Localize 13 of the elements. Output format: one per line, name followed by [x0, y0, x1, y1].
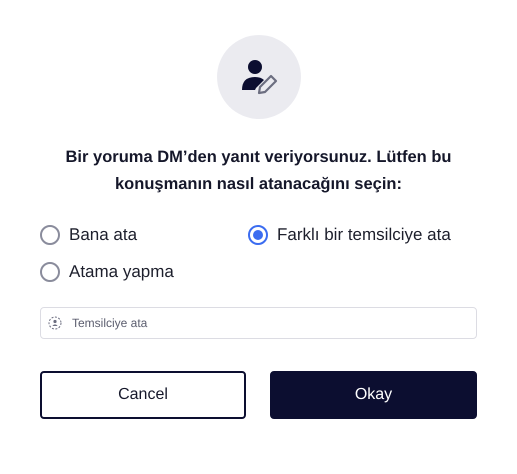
- agent-field[interactable]: Temsilciye ata: [40, 307, 477, 339]
- radio-option[interactable]: Farklı bir temsilciye ata: [248, 225, 477, 245]
- okay-button[interactable]: Okay: [270, 371, 477, 419]
- option-label: Atama yapma: [69, 262, 174, 282]
- radio-option[interactable]: Atama yapma: [40, 262, 248, 282]
- option-label: Bana ata: [69, 225, 138, 245]
- option-label: Farklı bir temsilciye ata: [277, 225, 451, 245]
- radio-button[interactable]: [248, 225, 268, 245]
- prompt-text: Bir yoruma DM’den yanıt veriyorsunuz. Lütfen bu konuşmanın nasıl atanacağını seçin:: [64, 147, 452, 195]
- cancel-button[interactable]: Cancel: [40, 371, 246, 419]
- radio-button[interactable]: [40, 262, 60, 282]
- radio-button[interactable]: [40, 225, 60, 245]
- radio-option[interactable]: Bana ata: [40, 225, 248, 245]
